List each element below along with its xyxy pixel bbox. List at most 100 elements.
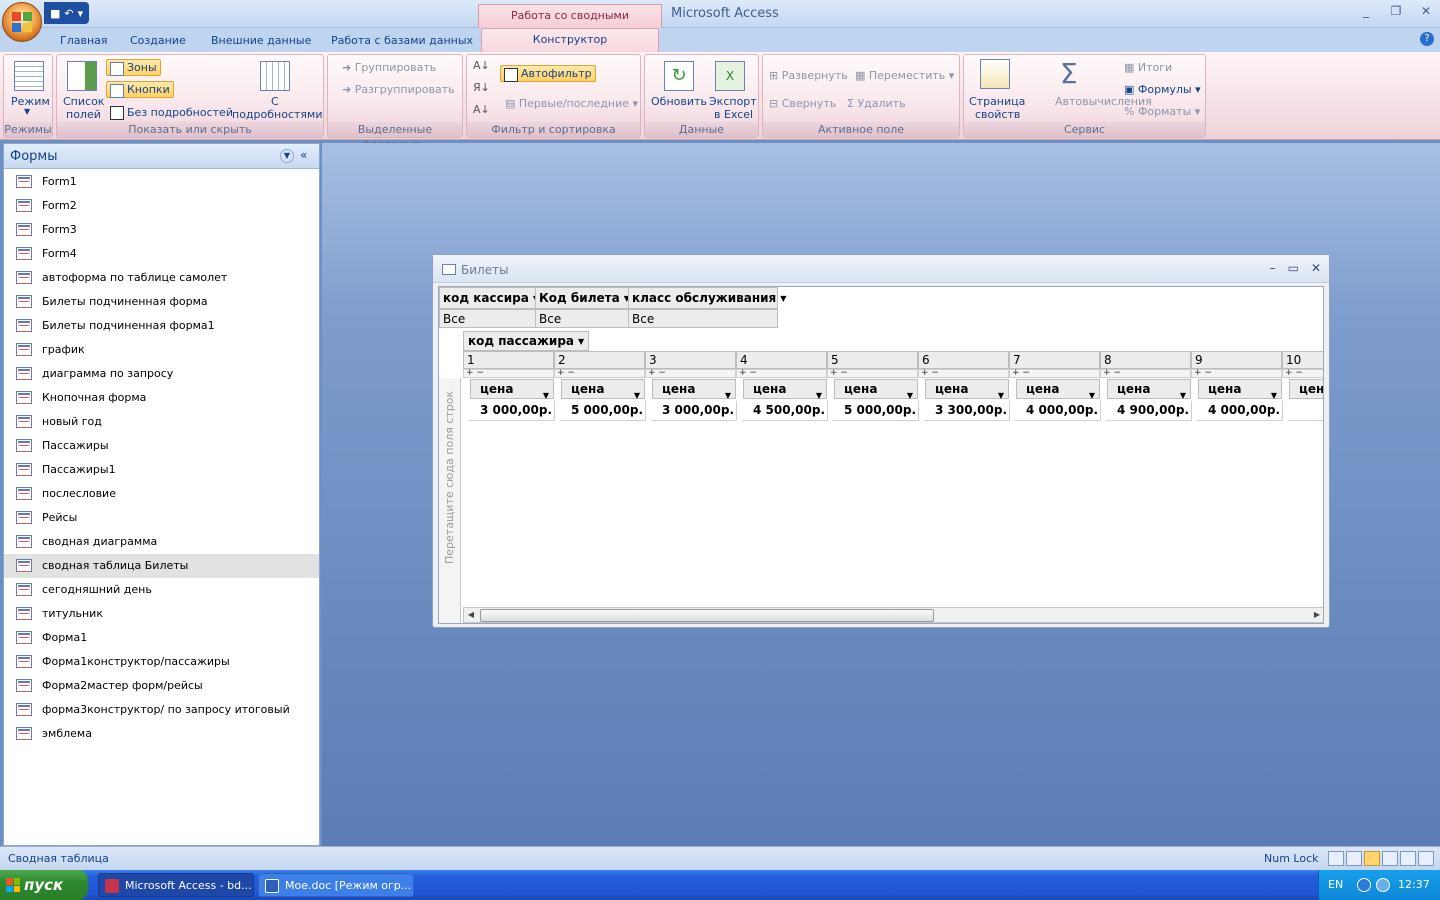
measure-header[interactable]: цена▼: [1198, 379, 1282, 400]
column-header[interactable]: 4: [736, 351, 827, 369]
expand-collapse-icon[interactable]: + −: [1100, 369, 1191, 378]
taskbar-word[interactable]: Moe.doc [Режим огр...: [258, 873, 414, 897]
nav-item[interactable]: Form1: [4, 170, 319, 194]
expand-button[interactable]: ⊞ Развернуть: [769, 69, 848, 82]
property-page-line2[interactable]: свойств: [975, 108, 1020, 121]
scroll-left-icon[interactable]: ◀: [464, 609, 478, 622]
price-cell[interactable]: 5 000,00р.: [833, 401, 919, 421]
price-cell[interactable]: 3 5: [1288, 401, 1323, 421]
expand-collapse-icon[interactable]: + −: [463, 369, 554, 378]
help-icon[interactable]: ?: [1420, 32, 1434, 46]
nav-item[interactable]: Билеты подчиненная форма1: [4, 314, 319, 338]
column-header[interactable]: 2: [554, 351, 645, 369]
taskbar-access[interactable]: Microsoft Access - bd...: [98, 873, 254, 897]
form-view-icon[interactable]: [1328, 851, 1344, 866]
nav-item[interactable]: Форма2мастер форм/рейсы: [4, 674, 319, 698]
price-cell[interactable]: 4 500,00р.: [742, 401, 828, 421]
move-button[interactable]: ▦ Переместить ▾: [855, 69, 954, 82]
nav-item[interactable]: форма3конструктор/ по запросу итоговый: [4, 698, 319, 722]
autofilter-button[interactable]: Автофильтр: [500, 65, 596, 82]
office-button[interactable]: [2, 2, 42, 42]
tab-database-tools[interactable]: Работа с базами данных: [331, 32, 473, 52]
tab-create[interactable]: Создание: [130, 32, 186, 52]
tab-home[interactable]: Главная: [60, 32, 108, 52]
start-button[interactable]: пуск: [0, 870, 88, 900]
nav-item[interactable]: автоформа по таблице самолет: [4, 266, 319, 290]
nav-item[interactable]: эмблема: [4, 722, 319, 746]
price-cell[interactable]: 4 000,00р.: [1197, 401, 1283, 421]
undo-icon[interactable]: ↶: [64, 7, 73, 20]
sort-asc-icon[interactable]: A↓: [473, 59, 490, 72]
collapse-button[interactable]: ⊟ Свернуть: [769, 97, 836, 110]
expand-collapse-icon[interactable]: + −: [918, 369, 1009, 378]
expand-collapse-icon[interactable]: + −: [1191, 369, 1282, 378]
nav-item[interactable]: сегодняшний день: [4, 578, 319, 602]
measure-header[interactable]: цена▼: [1107, 379, 1191, 400]
close-icon[interactable]: ✕: [1311, 261, 1321, 275]
nav-item[interactable]: Пассажиры: [4, 434, 319, 458]
column-header[interactable]: 8: [1100, 351, 1191, 369]
price-cell[interactable]: 4 000,00р.: [1015, 401, 1101, 421]
row-drop-zone[interactable]: Перетащите сюда поля строк: [439, 378, 461, 623]
pivot-window-titlebar[interactable]: Билеты – ▭ ✕: [433, 255, 1329, 283]
formulas-button[interactable]: ▣ Формулы ▾: [1124, 83, 1201, 96]
measure-header[interactable]: цена▼: [1016, 379, 1100, 400]
expand-collapse-icon[interactable]: + −: [554, 369, 645, 378]
export-line2[interactable]: в Excel: [714, 108, 753, 121]
filter-field-cashier[interactable]: код кассира▼: [439, 287, 539, 309]
tab-design[interactable]: Конструктор: [481, 28, 659, 52]
delete-button[interactable]: Σ Удалить: [847, 97, 906, 110]
buttons-button[interactable]: Кнопки: [106, 81, 174, 98]
column-header[interactable]: 1: [463, 351, 554, 369]
price-cell[interactable]: 4 900,00р.: [1106, 401, 1192, 421]
zones-button[interactable]: Зоны: [106, 59, 161, 76]
column-header[interactable]: 10: [1282, 351, 1323, 369]
measure-header[interactable]: цена▼: [652, 379, 736, 400]
language-indicator[interactable]: EN: [1328, 878, 1343, 891]
nav-item[interactable]: сводная таблица Билеты: [4, 554, 319, 578]
tab-external-data[interactable]: Внешние данные: [211, 32, 311, 52]
ungroup-button[interactable]: ➜ Разгруппировать: [342, 83, 455, 96]
no-details-button[interactable]: Без подробностей: [110, 106, 233, 120]
price-cell[interactable]: 5 000,00р.: [560, 401, 646, 421]
close-icon[interactable]: ✕: [1418, 4, 1434, 18]
nav-collapse-icon[interactable]: «: [300, 148, 307, 162]
price-cell[interactable]: 3 000,00р.: [651, 401, 737, 421]
column-header[interactable]: 7: [1009, 351, 1100, 369]
save-icon[interactable]: ■: [50, 7, 60, 20]
column-header[interactable]: 3: [645, 351, 736, 369]
nav-item[interactable]: Form3: [4, 218, 319, 242]
qat-customize-icon[interactable]: ▾: [78, 7, 84, 20]
totals-button[interactable]: ▦ Итоги: [1124, 61, 1172, 74]
scrollbar-thumb[interactable]: [480, 609, 934, 622]
nav-item[interactable]: график: [4, 338, 319, 362]
property-page-line1[interactable]: Страница: [969, 95, 1025, 108]
nav-item[interactable]: титульник: [4, 602, 319, 626]
column-header[interactable]: 5: [827, 351, 918, 369]
field-list-button-line2[interactable]: полей: [66, 108, 101, 121]
nav-item[interactable]: Форма1конструктор/пассажиры: [4, 650, 319, 674]
expand-collapse-icon[interactable]: + −: [645, 369, 736, 378]
export-line1[interactable]: Экспорт: [709, 95, 757, 108]
expand-collapse-icon[interactable]: + −: [1282, 369, 1323, 378]
nav-item[interactable]: диаграмма по запросу: [4, 362, 319, 386]
measure-header[interactable]: цена▼: [925, 379, 1009, 400]
nav-dropdown-icon[interactable]: ▼: [280, 149, 294, 163]
measure-header[interactable]: цена▼: [834, 379, 918, 400]
minimize-icon[interactable]: –: [1270, 261, 1276, 275]
price-cell[interactable]: 3 000,00р.: [469, 401, 555, 421]
column-field-passenger[interactable]: код пассажира ▼: [463, 331, 590, 351]
filter-field-ticket[interactable]: Код билета ▼: [535, 287, 630, 309]
nav-item[interactable]: послесловие: [4, 482, 319, 506]
with-details-line2[interactable]: подробностями: [232, 108, 322, 121]
field-list-button-line1[interactable]: Список: [63, 95, 104, 108]
measure-header[interactable]: цена▼: [743, 379, 827, 400]
tray-arrow-icon[interactable]: [1357, 878, 1371, 892]
filter-field-class[interactable]: класс обслуживания ▼: [628, 287, 786, 309]
restore-icon[interactable]: ❐: [1388, 4, 1404, 18]
nav-item[interactable]: Form4: [4, 242, 319, 266]
nav-item[interactable]: новый год: [4, 410, 319, 434]
nav-item[interactable]: Форма1: [4, 626, 319, 650]
nav-item[interactable]: Билеты подчиненная форма: [4, 290, 319, 314]
layout-view-icon[interactable]: [1400, 851, 1416, 866]
